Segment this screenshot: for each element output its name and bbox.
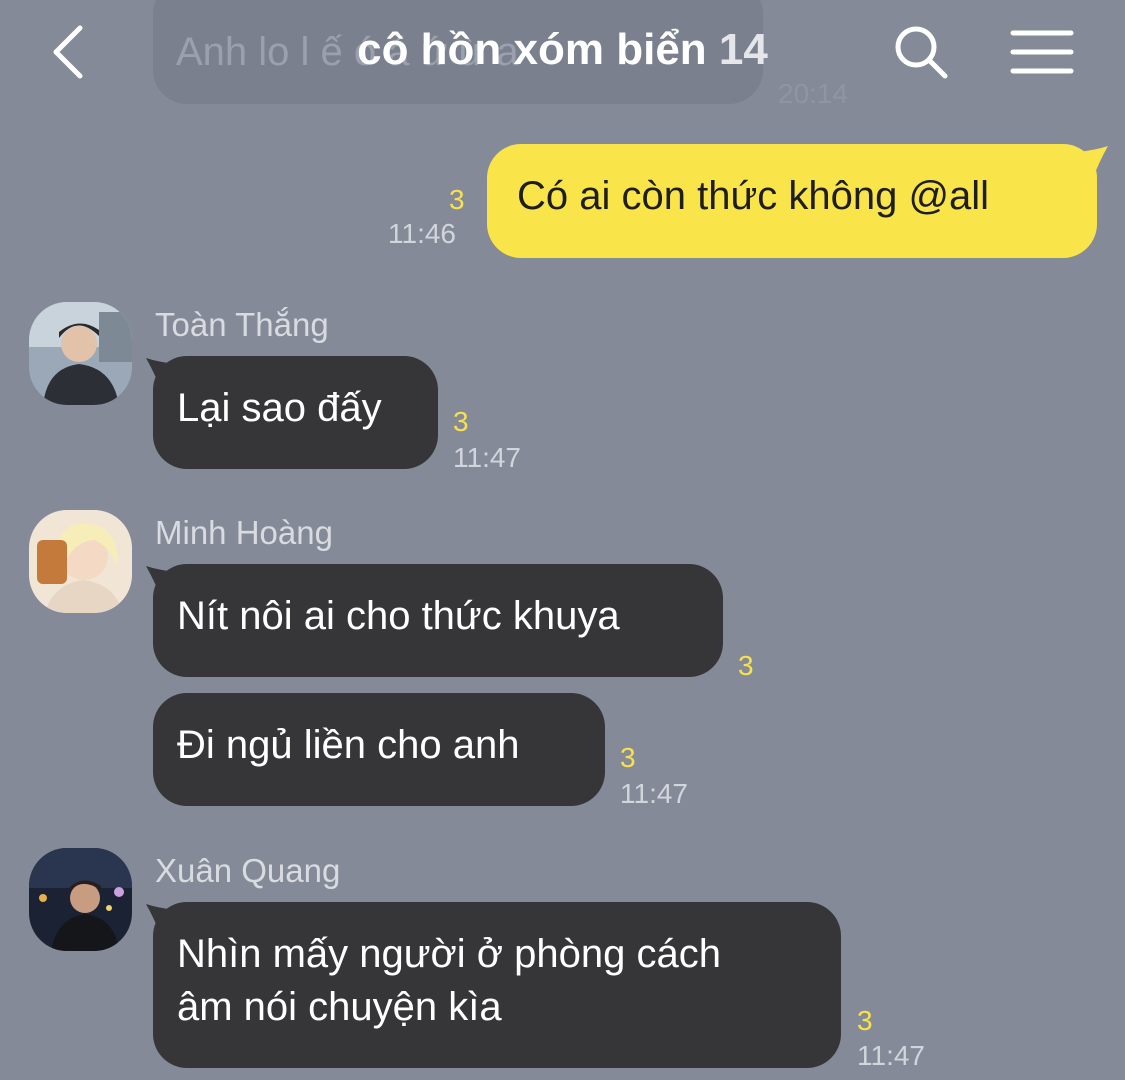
previous-message-time: 20:14 <box>778 78 849 109</box>
sender-name: Xuân Quang <box>155 852 341 889</box>
unread-count: 3 <box>738 650 754 681</box>
unread-count: 3 <box>857 1005 873 1036</box>
unread-count: 3 <box>620 742 636 773</box>
avatar-photo-icon <box>29 848 132 951</box>
message-text: Lại sao đấy <box>177 386 382 430</box>
unread-count: 3 <box>453 406 469 437</box>
message-text: Đi ngủ liền cho anh <box>177 723 520 767</box>
message-time: 11:47 <box>857 1040 925 1071</box>
avatar-toan-thang[interactable] <box>29 302 132 405</box>
member-count: 14 <box>718 25 768 74</box>
message-time: 11:46 <box>388 218 456 249</box>
menu-icon <box>1010 30 1074 74</box>
chat-name: cô hồn xóm biển <box>357 25 707 74</box>
avatar-photo-icon <box>29 510 132 613</box>
message-text-line-1: Nhìn mấy người ở phòng cách <box>177 932 721 976</box>
message-text-line-2: âm nói chuyện kìa <box>177 985 502 1029</box>
avatar-photo-icon <box>29 302 132 405</box>
message-time: 11:47 <box>453 442 521 473</box>
search-icon <box>895 26 948 79</box>
message-bubble[interactable]: Đi ngủ liền cho anh <box>153 693 605 806</box>
message-bubble[interactable]: Nít nôi ai cho thức khuya <box>153 564 723 677</box>
sender-name: Minh Hoàng <box>155 514 333 551</box>
message-bubble[interactable]: Nhìn mấy người ở phòng cách âm nói chuyệ… <box>153 902 841 1068</box>
avatar-xuan-quang[interactable] <box>29 848 132 951</box>
message-bubble[interactable]: Lại sao đấy <box>153 356 438 469</box>
chat-title: cô hồn xóm biển 14 <box>0 25 1125 75</box>
message-time: 11:47 <box>620 778 688 809</box>
my-message-bubble[interactable]: Có ai còn thức không @all <box>487 144 1097 258</box>
avatar-minh-hoang[interactable] <box>29 510 132 613</box>
message-text: Có ai còn thức không @all <box>517 174 990 218</box>
sender-name: Toàn Thắng <box>155 306 329 343</box>
message-text: Nít nôi ai cho thức khuya <box>177 594 620 638</box>
unread-count: 3 <box>449 184 465 215</box>
menu-button[interactable] <box>1010 28 1074 76</box>
search-button[interactable] <box>893 24 949 80</box>
